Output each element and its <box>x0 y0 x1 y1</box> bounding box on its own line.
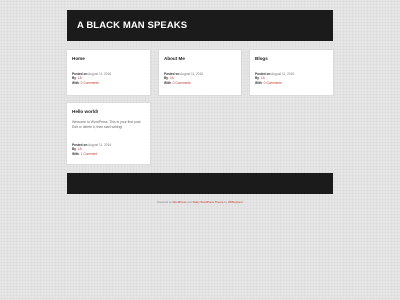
post-meta: Posted on August 11, 2016 By: LA With: 1… <box>72 143 112 156</box>
posted-on-label: Posted on <box>255 72 271 76</box>
by-label: By <box>72 76 77 81</box>
post-card: About Me Posted on August 11, 2016 By: L… <box>159 50 241 95</box>
theme-link[interactable]: Flatty WordPress Theme <box>193 200 224 204</box>
by-label: By <box>72 147 77 152</box>
site-title[interactable]: A BLACK MAN SPEAKS <box>77 20 187 31</box>
with-label: With <box>164 80 171 85</box>
post-author-link[interactable]: LA <box>78 76 82 80</box>
post-date: August 11, 2016 <box>180 72 204 76</box>
with-label: With <box>255 80 262 85</box>
credit-middle: and <box>187 200 192 204</box>
posted-on-label: Posted on <box>164 72 180 76</box>
post-title[interactable]: Home <box>72 56 85 61</box>
post-author-link[interactable]: LA <box>170 76 174 80</box>
comments-link[interactable]: 0 Comments <box>81 81 99 85</box>
post-meta: Posted on August 11, 2016 By: LA With: 0… <box>164 72 204 85</box>
by-label: By <box>164 76 169 81</box>
author-link[interactable]: WPExplorer <box>228 200 243 204</box>
post-date: August 11, 2016 <box>88 72 112 76</box>
footer-credit: Powered by WordPress and Flatty WordPres… <box>67 200 333 204</box>
credit-by: by <box>224 200 228 204</box>
posted-on-label: Posted on <box>72 72 88 76</box>
post-title[interactable]: Hello world! <box>72 109 98 114</box>
with-label: With <box>72 80 79 85</box>
post-author-link[interactable]: LA <box>261 76 265 80</box>
post-card: Home Posted on August 11, 2016 By: LA Wi… <box>67 50 150 95</box>
footer-bar <box>67 173 333 194</box>
post-title[interactable]: About Me <box>164 56 185 61</box>
comments-link[interactable]: 0 Comments <box>264 81 282 85</box>
site-header: A BLACK MAN SPEAKS <box>67 10 333 41</box>
post-excerpt: Welcome to WordPress. This is your first… <box>72 120 142 129</box>
post-meta: Posted on August 11, 2016 By: LA With: 0… <box>255 72 295 85</box>
post-meta: Posted on August 11, 2016 By: LA With: 0… <box>72 72 112 85</box>
wordpress-link[interactable]: WordPress <box>173 200 187 204</box>
comments-link[interactable]: 1 Comment <box>81 152 97 156</box>
post-title[interactable]: Blogs <box>255 56 268 61</box>
post-date: August 11, 2016 <box>88 143 112 147</box>
post-card: Hello world! Welcome to WordPress. This … <box>67 103 150 164</box>
comments-link[interactable]: 0 Comments <box>173 81 191 85</box>
credit-prefix: Powered by <box>157 200 172 204</box>
post-card: Blogs Posted on August 11, 2016 By: LA W… <box>250 50 333 95</box>
post-date: August 11, 2016 <box>271 72 295 76</box>
by-label: By <box>255 76 260 81</box>
with-label: With <box>72 151 79 156</box>
post-author-link[interactable]: LA <box>78 147 82 151</box>
posted-on-label: Posted on <box>72 143 88 147</box>
